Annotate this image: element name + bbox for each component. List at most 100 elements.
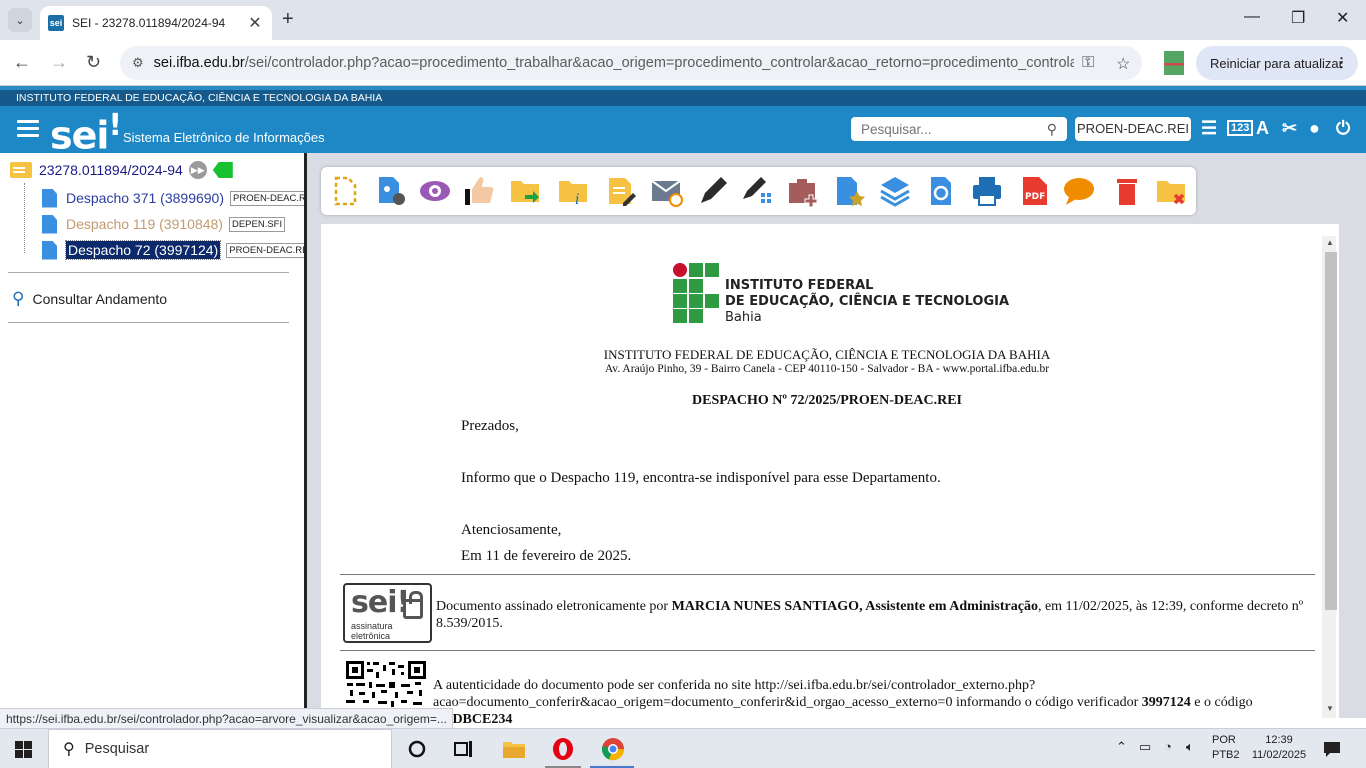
search-input[interactable] (861, 121, 1047, 137)
user-icon[interactable]: ● (1309, 118, 1320, 139)
document-closing: Atenciosamente, (461, 522, 562, 538)
windows-start-icon[interactable] (15, 741, 32, 758)
window-close-icon[interactable]: ✕ (1336, 8, 1349, 28)
sign-block-icon[interactable] (741, 175, 773, 207)
institution-bar: INSTITUTO FEDERAL DE EDUCAÇÃO, CIÊNCIA E… (0, 86, 1366, 106)
chrome-icon[interactable] (601, 737, 625, 761)
like-icon[interactable] (463, 175, 495, 207)
attach-icon[interactable] (787, 175, 819, 207)
restore-icon[interactable]: ❐ (1291, 8, 1305, 28)
logout-icon[interactable]: ⏻ (1336, 118, 1350, 139)
tray-expand-icon[interactable]: ⌃ (1116, 739, 1127, 755)
lang-code: POR (1212, 734, 1236, 746)
taskbar-search[interactable]: ⚲ Pesquisar (48, 729, 392, 768)
comment-icon[interactable] (1063, 175, 1095, 207)
process-number[interactable]: 23278.011894/2024-94 (39, 162, 183, 178)
sei-header: sei! Sistema Eletrônico de Informações ⚲… (0, 106, 1366, 158)
print-icon[interactable] (971, 175, 1003, 207)
process-tree: 23278.011894/2024-94 ▶▶ Despacho 371 (38… (0, 153, 318, 708)
consult-label[interactable]: Consultar Andamento (32, 291, 167, 307)
edit-note-icon[interactable] (605, 175, 637, 207)
search-icon[interactable]: ⚲ (1047, 121, 1057, 138)
process-node[interactable]: 23278.011894/2024-94 ▶▶ (10, 161, 233, 179)
signer-role: , Assistente em Administração (859, 599, 1038, 614)
unit-selector-button[interactable]: PROEN-DEAC.REI (1075, 117, 1191, 141)
battery-icon[interactable]: ▭ (1139, 739, 1151, 755)
hamburger-menu-icon[interactable] (17, 120, 39, 138)
seal-caption-1: assinatura (351, 621, 393, 631)
new-tab-icon[interactable]: + (282, 8, 294, 31)
extension-ifba-icon[interactable] (1164, 51, 1184, 75)
consult-progress-link[interactable]: ⚲ Consultar Andamento (12, 289, 167, 309)
font-size-icon[interactable]: A (1256, 118, 1269, 139)
delete-icon[interactable] (1111, 175, 1143, 207)
tab-close-icon[interactable]: ✕ (246, 13, 264, 33)
tab-search-chevron-icon[interactable]: ⌄ (8, 8, 32, 32)
browser-tab-bar: ⌄ sei SEI - 23278.011894/2024-94 ✕ + — ❐… (0, 0, 1366, 40)
volume-icon[interactable]: 🔈︎ (1186, 739, 1194, 755)
url-path: /sei/controlador.php?acao=procedimento_t… (244, 55, 1074, 71)
forward-process-icon[interactable]: ▶▶ (188, 161, 207, 179)
favorite-doc-icon[interactable] (833, 175, 865, 207)
menu-dots-icon[interactable]: ⋮ (1335, 55, 1348, 71)
wifi-icon[interactable]: ◔ (1164, 739, 1172, 754)
reload-icon[interactable] (925, 175, 957, 207)
forward-icon[interactable]: → (50, 52, 68, 73)
sign-icon[interactable] (697, 175, 729, 207)
browser-tab[interactable]: sei SEI - 23278.011894/2024-94 ✕ (40, 6, 272, 40)
document-label[interactable]: Despacho 371 (3899690) (66, 190, 224, 206)
back-icon[interactable]: ← (13, 52, 31, 73)
sig-prefix: Documento assinado eletronicamente por (436, 599, 672, 614)
manage-interested-icon[interactable] (375, 175, 407, 207)
tab-title: SEI - 23278.011894/2024-94 (72, 16, 226, 30)
scroll-down-icon[interactable]: ▼ (1326, 704, 1334, 713)
new-document-icon[interactable] (329, 175, 361, 207)
notifications-icon[interactable] (1322, 739, 1342, 759)
reload-page-icon[interactable]: ↻ (86, 52, 101, 73)
document-label-selected[interactable]: Despacho 72 (3997124) (64, 240, 222, 260)
document-date: Em 11 de fevereiro de 2025. (461, 548, 632, 564)
pdf-icon[interactable]: PDF (1019, 175, 1051, 207)
scroll-up-icon[interactable]: ▲ (1326, 238, 1334, 247)
tree-connector (24, 183, 25, 253)
opera-icon[interactable] (551, 737, 575, 761)
task-view-icon[interactable] (452, 737, 476, 761)
restart-update-button[interactable]: Reiniciar para atualizar ⋮ (1196, 46, 1358, 80)
tree-document-item[interactable]: Despacho 119 (3910848) DEPEN.SFI (42, 213, 286, 235)
tree-divider (8, 322, 289, 323)
logo-line-3: Bahia (725, 310, 762, 325)
header-search[interactable]: ⚲ (851, 117, 1067, 141)
minimize-icon[interactable]: — (1244, 8, 1260, 26)
list-icon[interactable]: ☰ (1201, 118, 1217, 139)
tree-document-item[interactable]: Despacho 371 (3899690) PROEN-DEAC.REI (42, 187, 318, 209)
url-host: sei.ifba.edu.br (153, 55, 245, 71)
system-clock[interactable]: 12:39 11/02/2025 (1250, 733, 1308, 763)
view-icon[interactable] (419, 175, 451, 207)
document-toolbar: i PDF (321, 167, 1196, 215)
tree-document-item[interactable]: Despacho 72 (3997124) PROEN-DEAC.REI (42, 239, 315, 261)
forward-icon[interactable] (509, 175, 541, 207)
tools-icon[interactable]: ✂ (1282, 118, 1297, 139)
numeric-icon[interactable]: 123 (1227, 120, 1254, 136)
cancel-folder-icon[interactable] (1155, 175, 1187, 207)
file-explorer-icon[interactable] (502, 737, 526, 761)
auth-divider (340, 650, 1315, 651)
language-indicator[interactable]: POR PTB2 (1212, 733, 1240, 763)
info-folder-icon[interactable]: i (557, 175, 589, 207)
marker-tag-icon[interactable] (212, 162, 233, 178)
bookmark-star-icon[interactable]: ☆ (1116, 54, 1130, 74)
sei-logo[interactable]: sei! (50, 108, 122, 158)
document-label[interactable]: Despacho 119 (3910848) (66, 216, 223, 232)
restart-label: Reiniciar para atualizar (1210, 55, 1343, 71)
document-greeting: Prezados, (461, 418, 519, 434)
password-key-icon[interactable]: ⚿ (1082, 54, 1094, 72)
document-scroll-thumb[interactable] (1325, 252, 1337, 610)
email-icon[interactable] (651, 175, 683, 207)
url-text[interactable]: sei.ifba.edu.br/sei/controlador.php?acao… (154, 55, 1074, 71)
layers-icon[interactable] (879, 175, 911, 207)
cortana-icon[interactable] (405, 737, 429, 761)
taskbar-search-label: Pesquisar (84, 741, 150, 757)
site-info-icon[interactable]: ⚙ (132, 55, 144, 71)
omnibox[interactable]: ⚙ sei.ifba.edu.br/sei/controlador.php?ac… (120, 46, 1142, 80)
document-header-address: Av. Araújo Pinho, 39 - Bairro Canela - C… (604, 363, 1050, 375)
